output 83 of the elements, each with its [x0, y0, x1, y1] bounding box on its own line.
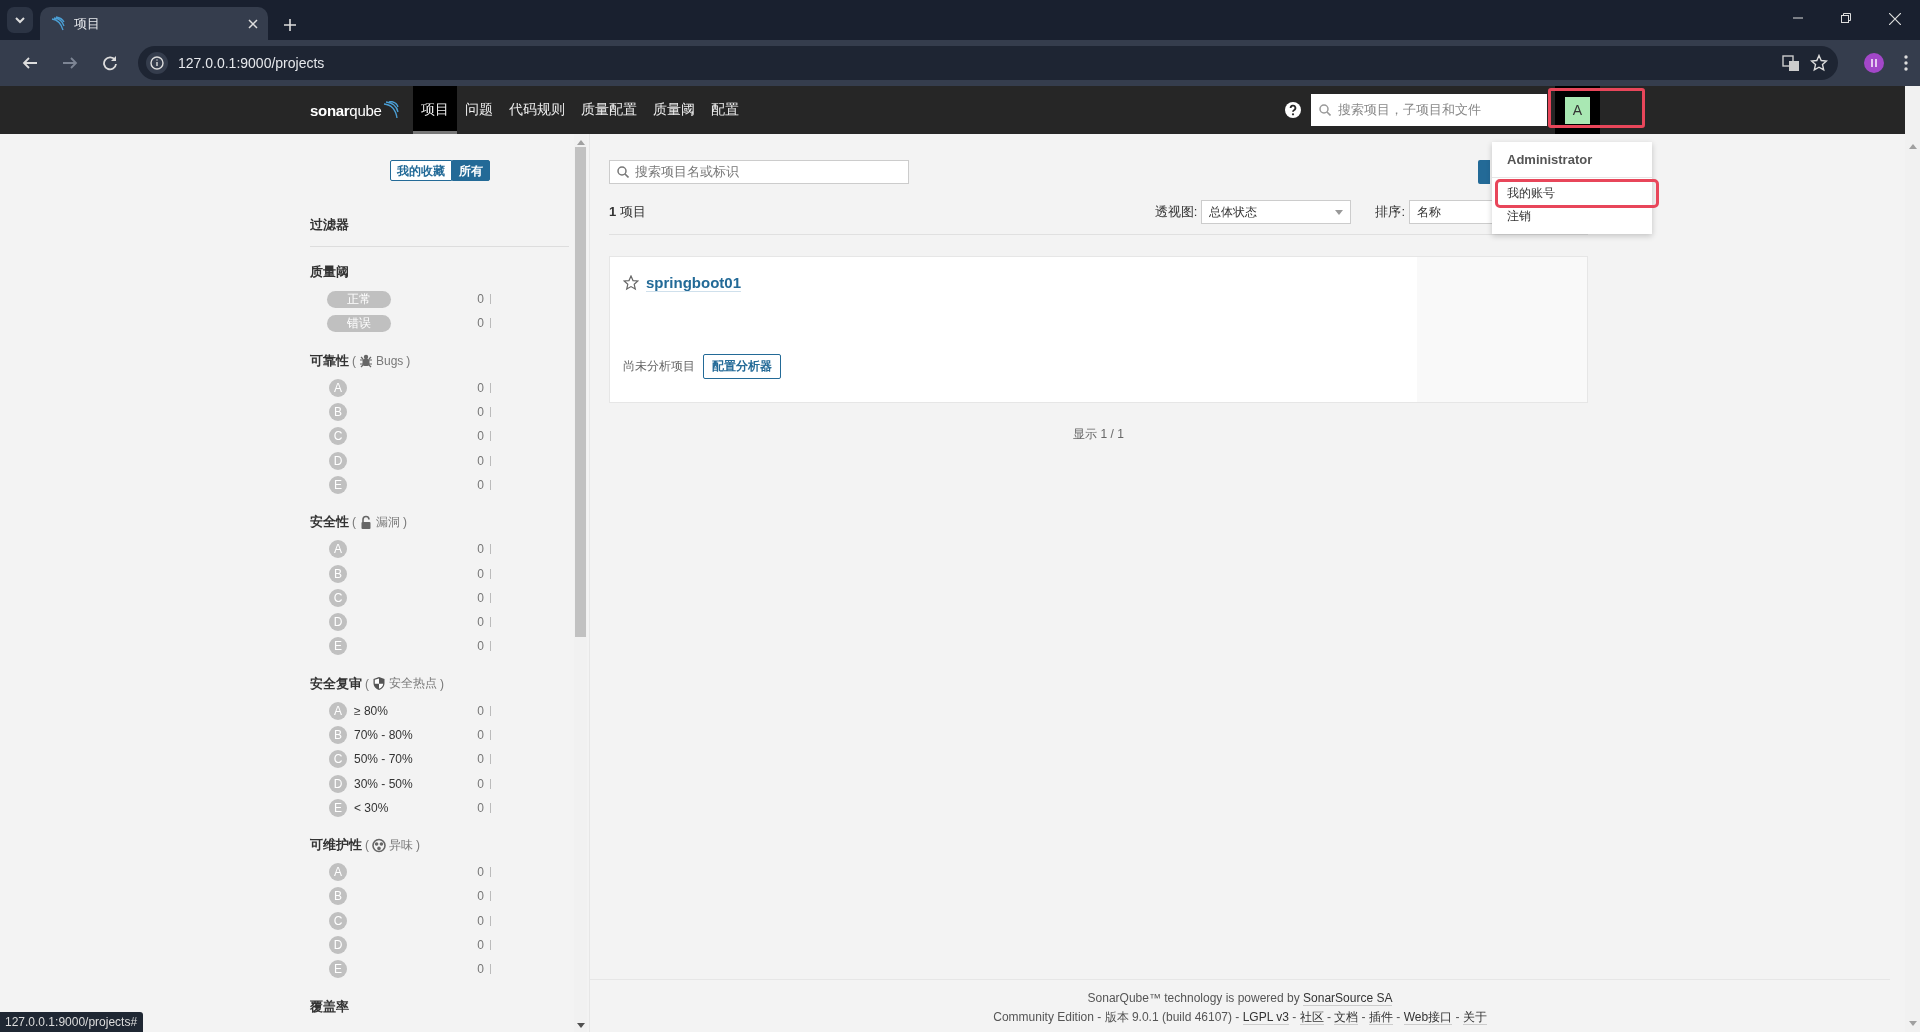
facet-count: 0 — [476, 728, 485, 742]
rating-range: 50% - 70% — [354, 752, 413, 767]
perspective-label: 透视图: — [1154, 203, 1198, 221]
facet-count: 0 — [476, 453, 485, 468]
facet-count: 0 — [476, 292, 485, 307]
url-text: 127.0.0.1:9000/projects — [178, 55, 326, 71]
rating-badge: A — [329, 863, 347, 882]
parenthesis: ) — [406, 353, 411, 368]
facet-count: 0 — [476, 380, 485, 395]
facet-count: 0 — [476, 590, 485, 605]
rating-badge: D — [329, 936, 347, 955]
rating-range: 70% - 80% — [354, 728, 413, 742]
tab-title: 项目 — [74, 14, 101, 33]
facet-count: 0 — [476, 566, 485, 581]
parenthesis: ) — [440, 676, 444, 691]
parenthesis: ( — [365, 676, 369, 691]
parenthesis: ( — [352, 353, 356, 368]
facet-note: Bugs — [376, 353, 404, 368]
rating-badge: B — [329, 564, 347, 583]
facet-title: 安全复审 — [310, 674, 362, 693]
select-value: 总体状态 — [1209, 203, 1259, 221]
rating-badge: B — [329, 887, 347, 906]
rating-badge: A — [329, 701, 347, 720]
facet-count: 0 — [476, 639, 485, 654]
search-placeholder: 搜索项目名或标识 — [635, 163, 739, 181]
rating-badge: B — [329, 726, 347, 744]
facet-count: 0 — [476, 429, 485, 444]
select-value: 名称 — [1417, 203, 1441, 221]
footer-text: SonarQube™ technology is powered by SonarSource SA — [1087, 991, 1393, 1005]
facet-count: 0 — [476, 615, 485, 630]
facet-count: 0 — [476, 938, 485, 953]
user-name: Administrator — [1507, 152, 1593, 167]
facet-title: 可维护性 — [310, 836, 362, 855]
sort-label: 排序: — [1375, 203, 1405, 221]
parenthesis: ( — [352, 515, 356, 530]
rating-range: 30% - 50% — [354, 776, 413, 791]
rating-badge: E — [329, 798, 347, 817]
rating-badge: C — [329, 911, 347, 930]
facet-count: 0 — [476, 889, 485, 904]
facet-title: 安全性 — [310, 513, 349, 532]
rating-range: ≥ 80% — [354, 703, 388, 718]
rating-badge: D — [329, 774, 347, 793]
status-pill: 错误 — [327, 314, 391, 332]
logo-text: sonarqube — [310, 101, 382, 119]
facet-count: 0 — [476, 316, 485, 331]
facet-count: 0 — [476, 542, 485, 557]
facet-note: 漏洞 — [376, 513, 400, 531]
rating-range: < 30% — [354, 800, 389, 815]
rating-badge: E — [329, 475, 347, 494]
rating-badge: A — [329, 540, 347, 559]
rating-badge: B — [329, 403, 347, 422]
facet-count: 0 — [476, 913, 485, 928]
parenthesis: ) — [416, 838, 420, 853]
facet-title: 质量阈 — [310, 263, 349, 281]
footer-text: Community Edition - 版本 9.0.1 (build 46107) - LGPL v3 - 社区 - 文档 - 插件 - Web接口 - 关于 — [993, 1009, 1487, 1026]
search-placeholder: 搜索项目，子项目和文件 — [1338, 101, 1481, 119]
facet-note: 安全热点 — [389, 675, 437, 693]
rating-badge: C — [329, 427, 347, 446]
facet-note: 异味 — [389, 836, 413, 854]
status-url-text: 127.0.0.1:9000/projects# — [0, 1012, 144, 1032]
rating-badge: A — [329, 378, 347, 397]
rating-badge: D — [329, 451, 347, 470]
facet-count: 0 — [476, 800, 485, 815]
facet-count: 0 — [476, 405, 485, 420]
facet-count: 0 — [476, 477, 485, 492]
facet-count: 0 — [476, 962, 485, 977]
filters-heading: 过滤器 — [310, 216, 570, 247]
facet-title: 可靠性 — [310, 351, 349, 370]
facet-count: 0 — [476, 865, 485, 880]
rating-badge: E — [329, 637, 347, 656]
parenthesis: ) — [403, 515, 407, 530]
pagination-text: 显示 1 / 1 — [1072, 426, 1125, 443]
facet-title: 覆盖率 — [310, 997, 349, 1016]
rating-badge: E — [329, 960, 347, 979]
parenthesis: ( — [365, 838, 369, 853]
project-count: 1 项目 — [609, 203, 646, 221]
rating-badge: D — [329, 613, 347, 632]
facet-count: 0 — [476, 703, 485, 718]
facet-count: 0 — [476, 752, 485, 767]
project-status: 尚未分析项目 — [623, 358, 695, 375]
rating-badge: C — [329, 750, 347, 769]
rating-badge: C — [329, 588, 347, 607]
facet-count: 0 — [476, 776, 485, 791]
